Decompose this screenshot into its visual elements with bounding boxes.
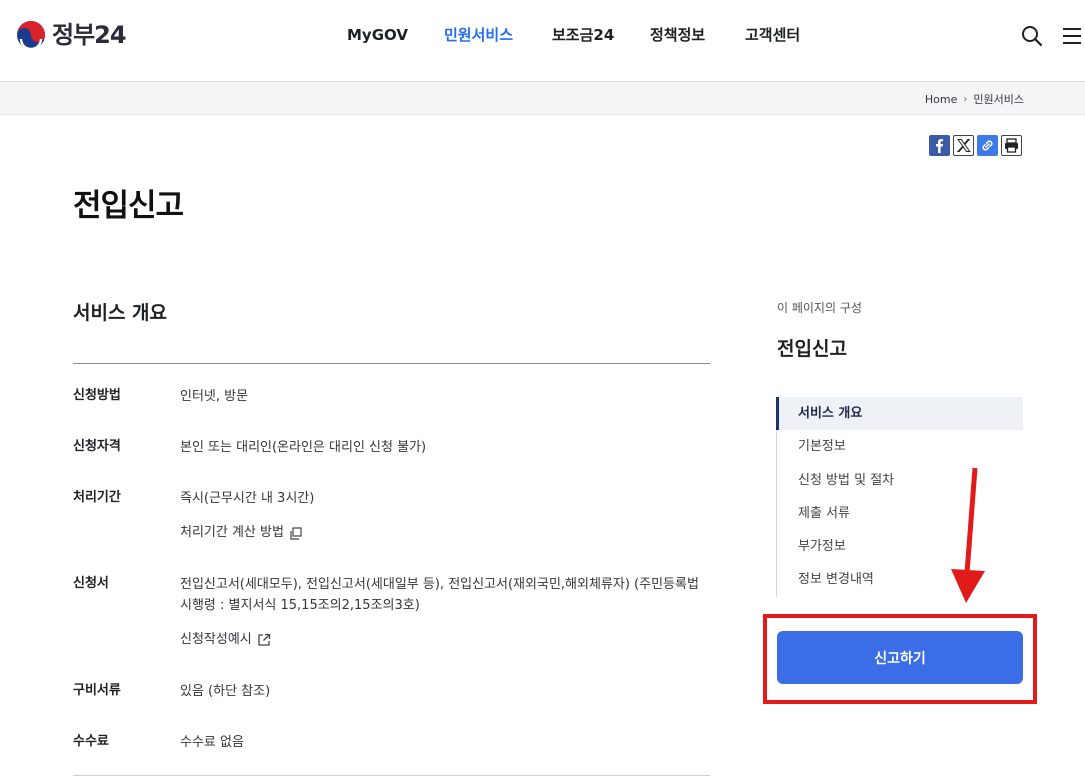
menu-mygov[interactable]: MyGOV [347,24,408,46]
processing-time-calc-link[interactable]: 처리기간 계산 방법 [180,523,302,543]
copy-icon [290,526,302,540]
row-value-documents: 있음 (하단 참조) [180,684,271,699]
toc-title: 전입신고 [777,338,847,360]
form-example-label: 신청작성예시 [180,632,252,647]
processing-time-calc-label: 처리기간 계산 방법 [180,525,284,540]
chevron-right-icon: › [963,93,968,105]
toc-item-overview[interactable]: 서비스 개요 [776,397,1023,431]
row-value-eligibility: 본인 또는 대리인(온라인은 대리인 신청 불가) [180,440,427,455]
menu-subsidy24[interactable]: 보조금24 [552,24,614,46]
down-arrow-icon [951,467,985,603]
row-value-method: 인터넷, 방문 [180,389,249,404]
toc-item-basic-info[interactable]: 기본정보 [777,430,1023,463]
toc-caption: 이 페이지의 구성 [777,301,862,315]
section-title: 서비스 개요 [73,302,168,324]
share-toolbar [929,135,1022,156]
menu-customer-center[interactable]: 고객센터 [745,24,800,46]
row-label-processing-time: 처리기간 [73,490,121,505]
facebook-icon[interactable] [929,135,950,156]
row-value-fee: 수수료 없음 [180,735,244,750]
x-icon[interactable] [953,135,974,156]
row-label-fee: 수수료 [73,734,109,749]
main-menu: MyGOV 민원서비스 보조금24 정책정보 고객센터 [0,24,1085,48]
form-example-link[interactable]: 신청작성예시 [180,630,271,650]
breadcrumb-home[interactable]: Home [925,93,957,106]
external-link-icon [258,633,270,646]
global-header: 정부24 MyGOV 민원서비스 보조금24 정책정보 고객센터 [0,0,1085,82]
hamburger-menu-icon[interactable] [1060,24,1084,48]
section-divider [73,363,710,364]
menu-civil-service[interactable]: 민원서비스 [444,24,513,46]
search-icon[interactable] [1020,24,1044,48]
row-value-application-form: 전입신고서(세대모두), 전입신고서(세대일부 등), 전입신고서(재외국민,해… [180,577,699,613]
menu-policy-info[interactable]: 정책정보 [650,24,705,46]
breadcrumb-civil-service[interactable]: 민원서비스 [973,91,1024,107]
link-icon[interactable] [977,135,998,156]
row-label-documents: 구비서류 [73,683,121,698]
row-value-processing-time: 즉시(근무시간 내 3시간) [180,491,315,506]
row-label-application-form: 신청서 [73,576,109,591]
highlight-box [763,614,1037,704]
row-label-eligibility: 신청자격 [73,439,121,454]
row-label-method: 신청방법 [73,388,121,403]
breadcrumb: Home › 민원서비스 [925,91,1024,107]
breadcrumb-bar: Home › 민원서비스 [0,82,1085,115]
print-icon[interactable] [1001,135,1022,156]
page-title: 전입신고 [73,188,184,224]
